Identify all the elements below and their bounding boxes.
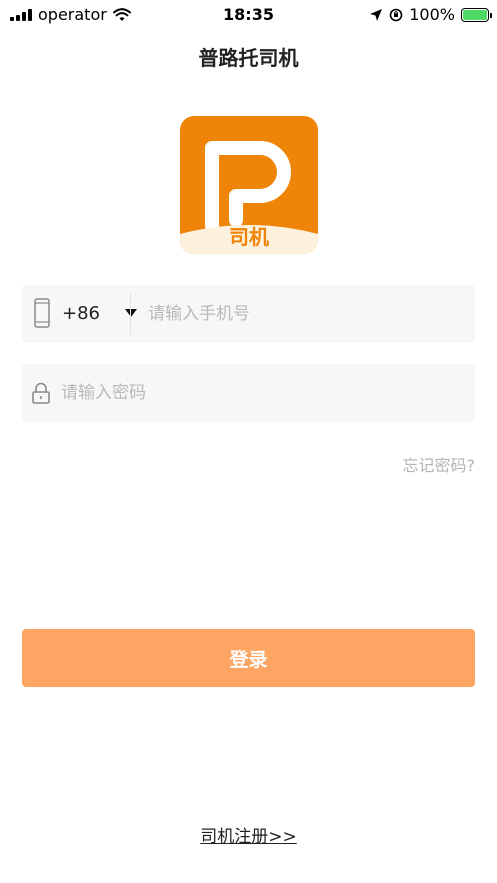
page-title: 普路托司机: [198, 46, 299, 70]
phone-icon: [34, 298, 50, 328]
status-bar: operator 18:35 100%: [0, 0, 497, 28]
lock-icon: [32, 382, 50, 404]
status-right: 100%: [369, 5, 492, 24]
chevron-down-icon[interactable]: [125, 309, 137, 317]
phone-field: +86: [22, 285, 475, 343]
password-input[interactable]: [61, 364, 461, 422]
register-link[interactable]: 司机注册>>: [0, 822, 497, 847]
orientation-lock-icon: [389, 8, 403, 21]
battery-icon: [461, 7, 492, 22]
password-field: [22, 364, 475, 422]
logo-text: 司机: [229, 225, 269, 249]
forgot-password-link[interactable]: 忘记密码?: [403, 452, 476, 476]
field-divider: [130, 293, 131, 335]
phone-input[interactable]: [148, 285, 458, 343]
login-button[interactable]: 登录: [22, 629, 475, 687]
battery-percent: 100%: [409, 5, 455, 24]
app-logo: 司机: [180, 116, 318, 254]
country-code[interactable]: +86: [62, 303, 100, 324]
location-arrow-icon: [370, 8, 383, 21]
